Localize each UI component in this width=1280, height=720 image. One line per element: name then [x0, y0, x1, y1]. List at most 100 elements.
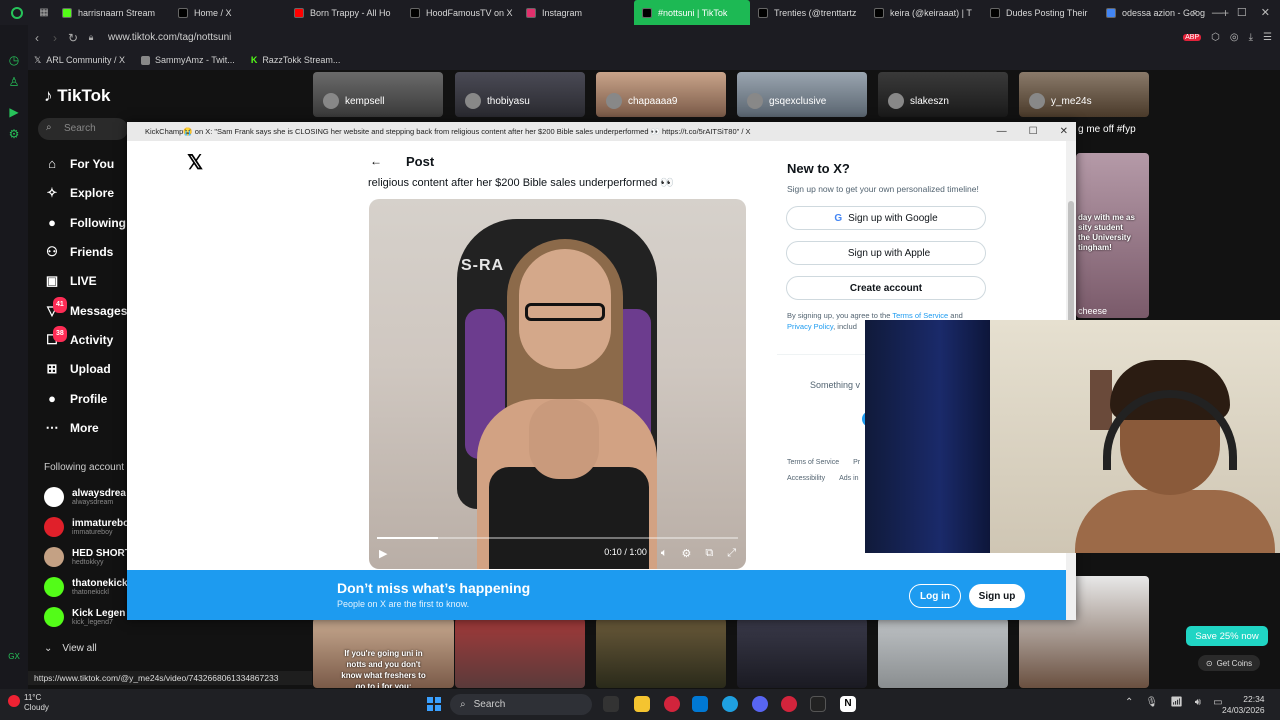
tiktok-search-input[interactable]: ⌕ Search [38, 118, 128, 140]
video-thumb[interactable]: day with me as sity student the Universi… [1076, 153, 1149, 318]
footer-link[interactable]: Ads in [839, 475, 858, 482]
download-icon[interactable]: ⤓ [1249, 32, 1253, 43]
mic-icon[interactable]: 🎙︎ [1145, 697, 1158, 708]
player-icon[interactable]: ▶ [7, 105, 21, 119]
nav-item-friends[interactable]: ⚇ Friends [44, 244, 113, 260]
taskbar-clock[interactable]: 22:34 24/03/2026 [1222, 694, 1265, 716]
video-thumb[interactable]: slakeszn [878, 72, 1008, 117]
following-account[interactable]: immaturebo immatureboy [44, 514, 128, 540]
back-icon[interactable]: ‹ [28, 31, 46, 45]
video-thumb[interactable]: thobiyasu [455, 72, 585, 117]
weather-widget[interactable]: 11°C Cloudy [24, 693, 49, 713]
minimize-icon[interactable]: — [1212, 7, 1223, 19]
tab-7[interactable]: keira (@keiraaat) | T [866, 0, 982, 25]
adblock-icon[interactable]: ABP [1183, 34, 1202, 41]
workspaces-icon[interactable]: ▦ [34, 7, 54, 18]
settings-icon[interactable]: ⚙ [7, 127, 21, 141]
following-account[interactable]: thatonekick thatonekickl [44, 574, 128, 600]
footer-link[interactable]: Accessibility [787, 475, 825, 482]
windows-start-icon[interactable] [427, 697, 441, 711]
video-thumb[interactable]: If you're going uni in notts and you don… [313, 618, 454, 688]
close-icon[interactable]: ✕ [1261, 6, 1270, 19]
screenshot-icon[interactable]: ◎ [1230, 32, 1239, 43]
video-player[interactable]: S-RA ▶ 0:10 / 1:00 🔈︎ ⚙ ⧉ ⤢ [369, 199, 746, 569]
tab-4[interactable]: Instagram [518, 0, 634, 25]
following-account[interactable]: alwaysdrea alwaysdream [44, 484, 128, 510]
view-all-link[interactable]: ⌄ View all [44, 643, 97, 654]
reload-icon[interactable]: ↻ [64, 31, 82, 45]
file-explorer-icon[interactable] [634, 696, 650, 712]
opera-icon[interactable] [664, 696, 680, 712]
video-thumb[interactable] [878, 618, 1008, 688]
volume-icon[interactable]: 🔈︎ [661, 547, 668, 560]
tab-8[interactable]: Dudes Posting Their [982, 0, 1098, 25]
create-account-button[interactable]: Create account [786, 276, 986, 300]
aria-icon[interactable]: ♙ [7, 75, 21, 89]
pip-icon[interactable]: ⧉ [705, 547, 713, 560]
nav-item-following[interactable]: ● Following [44, 215, 126, 231]
nav-item-activity[interactable]: ☐ 38 Activity [44, 326, 113, 348]
extensions-icon[interactable]: ⬡ [1211, 32, 1220, 43]
bookmark-item[interactable]: SammyAmz - Twit... [140, 55, 235, 65]
footer-link[interactable]: Terms of Service [787, 459, 839, 466]
following-account[interactable]: HED SHORT hedtokkyy [44, 544, 128, 570]
tiktok-logo[interactable]: ♪ TikTok [44, 86, 110, 106]
history-icon[interactable]: ◷ [7, 53, 21, 67]
forward-icon[interactable]: › [46, 31, 64, 45]
following-account[interactable]: Kick Legen kick_legend7 [44, 604, 128, 630]
fullscreen-icon[interactable]: ⤢ [727, 547, 736, 560]
nav-item-messages[interactable]: ▽ 41 Messages [44, 297, 127, 319]
bookmark-item[interactable]: K RazzTokk Stream... [251, 55, 341, 65]
close-icon[interactable]: ✕ [1060, 126, 1068, 137]
video-thumb[interactable] [596, 618, 726, 688]
maximize-icon[interactable]: ☐ [1237, 6, 1247, 19]
terms-link[interactable]: Terms of Service [892, 311, 948, 320]
nav-item-profile[interactable]: ● Profile [44, 391, 107, 407]
maximize-icon[interactable]: ☐ [1029, 126, 1038, 137]
nav-item-upload[interactable]: ⊞ Upload [44, 361, 111, 377]
nav-item-explore[interactable]: ✧ Explore [44, 185, 114, 201]
nav-item-live[interactable]: ▣ LIVE [44, 273, 97, 289]
weather-icon[interactable] [8, 695, 20, 707]
video-thumb[interactable] [737, 618, 867, 688]
tab-3[interactable]: HoodFamousTV on X [402, 0, 518, 25]
edge-icon[interactable] [722, 696, 738, 712]
minimize-icon[interactable]: — [997, 126, 1007, 137]
privacy-link[interactable]: Privacy Policy [787, 322, 833, 331]
save-promo-button[interactable]: Save 25% now [1186, 626, 1268, 646]
get-coins-button[interactable]: ⊙ Get Coins [1198, 655, 1260, 671]
nav-item-more[interactable]: ⋯ More [44, 420, 99, 436]
taskbar-search[interactable]: ⌕ Search [450, 694, 592, 715]
video-thumb[interactable]: gsqexclusive [737, 72, 867, 117]
opera-logo-icon[interactable] [0, 0, 34, 25]
volume-icon[interactable]: 🔊︎ [1195, 697, 1201, 708]
opera-gx-icon[interactable] [781, 696, 797, 712]
terminal-icon[interactable] [810, 696, 826, 712]
tab-5[interactable]: #nottsuni | TikTok [634, 0, 750, 25]
x-logo-icon[interactable]: 𝕏 [187, 150, 203, 175]
footer-link[interactable]: Pr [853, 459, 860, 466]
tab-2[interactable]: Born Trappy - All Ho [286, 0, 402, 25]
signup-google-button[interactable]: G Sign up with Google [786, 206, 986, 230]
bookmark-item[interactable]: 𝕏 ARL Community / X [34, 55, 125, 66]
discord-icon[interactable] [752, 696, 768, 712]
video-thumb[interactable]: kempsell [313, 72, 443, 117]
tab-6[interactable]: Trenties (@trenttartz [750, 0, 866, 25]
store-icon[interactable] [692, 696, 708, 712]
menu-icon[interactable]: ☰ [1263, 32, 1272, 43]
settings-icon[interactable]: ⚙ [681, 547, 691, 560]
search-icon[interactable]: ⌕ [1192, 6, 1198, 19]
video-thumb[interactable]: chapaaaa9 [596, 72, 726, 117]
tab-1[interactable]: Home / X [170, 0, 286, 25]
notion-icon[interactable]: N [840, 696, 856, 712]
back-arrow-icon[interactable]: ← [370, 154, 382, 168]
signup-apple-button[interactable]: Sign up with Apple [786, 241, 986, 265]
video-thumb[interactable]: y_me24s [1019, 72, 1149, 117]
nav-item-for-you[interactable]: ⌂ For You [44, 156, 114, 172]
signup-button[interactable]: Sign up [969, 584, 1025, 608]
video-thumb[interactable] [455, 618, 585, 688]
wifi-icon[interactable]: 📶︎ [1170, 697, 1183, 708]
chevron-up-icon[interactable]: ⌃ [1125, 697, 1133, 708]
login-button[interactable]: Log in [909, 584, 961, 608]
gx-icon[interactable]: GX [7, 650, 21, 664]
